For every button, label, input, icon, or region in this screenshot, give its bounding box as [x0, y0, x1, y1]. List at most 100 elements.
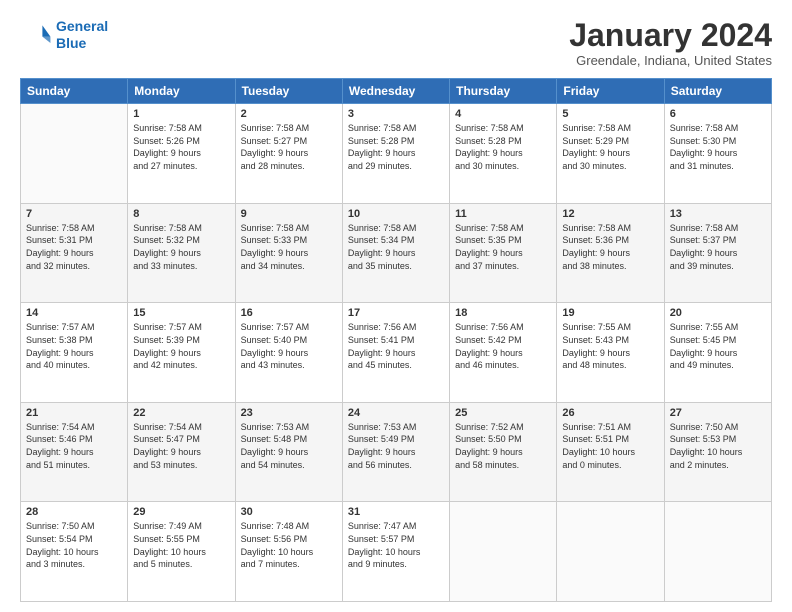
logo-line1: General — [56, 18, 108, 34]
table-row: 28Sunrise: 7:50 AMSunset: 5:54 PMDayligh… — [21, 502, 128, 602]
day-number: 15 — [133, 307, 229, 319]
table-row: 10Sunrise: 7:58 AMSunset: 5:34 PMDayligh… — [342, 203, 449, 303]
day-number: 30 — [241, 506, 337, 518]
table-row: 12 Sunrise: 7:58 AMSunset: 5:36 PMDayligh… — [557, 203, 664, 303]
cell-content: Sunrise: 7:49 AMSunset: 5:55 PMDaylight:… — [133, 520, 229, 570]
day-number: 21 — [26, 407, 122, 419]
day-number: 24 — [348, 407, 444, 419]
day-number: 4 — [455, 108, 551, 120]
cell-content: Sunrise: 7:55 AMSunset: 5:45 PMDaylight:… — [670, 321, 766, 371]
cell-content: Sunrise: 7:58 AMSunset: 5:31 PMDaylight:… — [26, 222, 122, 272]
table-row: 11 Sunrise: 7:58 AMSunset: 5:35 PMDayligh… — [450, 203, 557, 303]
table-row — [557, 502, 664, 602]
day-number: 7 — [26, 208, 122, 220]
cell-content: Sunrise: 7:57 AMSunset: 5:40 PMDaylight:… — [241, 321, 337, 371]
day-number: 12 — [562, 208, 658, 220]
day-number: 26 — [562, 407, 658, 419]
cell-content: Sunrise: 7:58 AMSunset: 5:28 PMDaylight:… — [348, 122, 444, 172]
cell-content: Sunrise: 7:58 AMSunset: 5:28 PMDaylight:… — [455, 122, 551, 172]
cell-content: Sunrise: 7:57 AMSunset: 5:38 PMDaylight:… — [26, 321, 122, 371]
th-saturday: Saturday — [664, 79, 771, 104]
table-row: 18Sunrise: 7:56 AMSunset: 5:42 PMDayligh… — [450, 303, 557, 403]
day-number: 20 — [670, 307, 766, 319]
day-number: 29 — [133, 506, 229, 518]
table-row: 30 Sunrise: 7:48 AMSunset: 5:56 PMDayligh… — [235, 502, 342, 602]
day-number: 13 — [670, 208, 766, 220]
day-number: 11 — [455, 208, 551, 220]
day-number: 16 — [241, 307, 337, 319]
calendar-table: Sunday Monday Tuesday Wednesday Thursday… — [20, 78, 772, 602]
th-thursday: Thursday — [450, 79, 557, 104]
table-row: 4 Sunrise: 7:58 AMSunset: 5:28 PMDaylight… — [450, 104, 557, 204]
day-number: 17 — [348, 307, 444, 319]
cell-content: Sunrise: 7:58 AMSunset: 5:34 PMDaylight:… — [348, 222, 444, 272]
day-number: 28 — [26, 506, 122, 518]
month-title: January 2024 — [569, 18, 772, 53]
table-row: 3 Sunrise: 7:58 AMSunset: 5:28 PMDaylight… — [342, 104, 449, 204]
title-section: January 2024 Greendale, Indiana, United … — [569, 18, 772, 68]
day-number: 1 — [133, 108, 229, 120]
table-row: 25 Sunrise: 7:52 AMSunset: 5:50 PMDayligh… — [450, 402, 557, 502]
table-row: 7 Sunrise: 7:58 AMSunset: 5:31 PMDaylight… — [21, 203, 128, 303]
table-row: 16 Sunrise: 7:57 AMSunset: 5:40 PMDayligh… — [235, 303, 342, 403]
cell-content: Sunrise: 7:58 AMSunset: 5:36 PMDaylight:… — [562, 222, 658, 272]
cell-content: Sunrise: 7:58 AMSunset: 5:29 PMDaylight:… — [562, 122, 658, 172]
day-number: 19 — [562, 307, 658, 319]
table-row: 15Sunrise: 7:57 AMSunset: 5:39 PMDayligh… — [128, 303, 235, 403]
day-number: 2 — [241, 108, 337, 120]
day-number: 8 — [133, 208, 229, 220]
table-row: 24 Sunrise: 7:53 AMSunset: 5:49 PMDayligh… — [342, 402, 449, 502]
logo-line2: Blue — [56, 35, 86, 51]
week-row-1: 7 Sunrise: 7:58 AMSunset: 5:31 PMDaylight… — [21, 203, 772, 303]
table-row: 17Sunrise: 7:56 AMSunset: 5:41 PMDayligh… — [342, 303, 449, 403]
table-row: 6 Sunrise: 7:58 AMSunset: 5:30 PMDaylight… — [664, 104, 771, 204]
th-tuesday: Tuesday — [235, 79, 342, 104]
table-row: 31 Sunrise: 7:47 AMSunset: 5:57 PMDayligh… — [342, 502, 449, 602]
location: Greendale, Indiana, United States — [569, 53, 772, 68]
cell-content: Sunrise: 7:56 AMSunset: 5:42 PMDaylight:… — [455, 321, 551, 371]
day-number: 14 — [26, 307, 122, 319]
th-wednesday: Wednesday — [342, 79, 449, 104]
day-number: 3 — [348, 108, 444, 120]
table-row — [450, 502, 557, 602]
cell-content: Sunrise: 7:58 AMSunset: 5:33 PMDaylight:… — [241, 222, 337, 272]
day-number: 6 — [670, 108, 766, 120]
cell-content: Sunrise: 7:58 AMSunset: 5:30 PMDaylight:… — [670, 122, 766, 172]
th-monday: Monday — [128, 79, 235, 104]
logo-text: General Blue — [56, 18, 108, 52]
cell-content: Sunrise: 7:52 AMSunset: 5:50 PMDaylight:… — [455, 421, 551, 471]
table-row: 2Sunrise: 7:58 AMSunset: 5:27 PMDaylight… — [235, 104, 342, 204]
cell-content: Sunrise: 7:51 AMSunset: 5:51 PMDaylight:… — [562, 421, 658, 471]
week-row-0: 1Sunrise: 7:58 AMSunset: 5:26 PMDaylight… — [21, 104, 772, 204]
day-number: 23 — [241, 407, 337, 419]
table-row: 26 Sunrise: 7:51 AMSunset: 5:51 PMDayligh… — [557, 402, 664, 502]
th-sunday: Sunday — [21, 79, 128, 104]
cell-content: Sunrise: 7:50 AMSunset: 5:53 PMDaylight:… — [670, 421, 766, 471]
day-number: 25 — [455, 407, 551, 419]
table-row: 27Sunrise: 7:50 AMSunset: 5:53 PMDayligh… — [664, 402, 771, 502]
week-row-4: 28Sunrise: 7:50 AMSunset: 5:54 PMDayligh… — [21, 502, 772, 602]
logo-icon — [20, 19, 52, 51]
table-row: 13Sunrise: 7:58 AMSunset: 5:37 PMDayligh… — [664, 203, 771, 303]
table-row: 22 Sunrise: 7:54 AMSunset: 5:47 PMDayligh… — [128, 402, 235, 502]
table-row: 5Sunrise: 7:58 AMSunset: 5:29 PMDaylight… — [557, 104, 664, 204]
table-row: 19Sunrise: 7:55 AMSunset: 5:43 PMDayligh… — [557, 303, 664, 403]
header-row: Sunday Monday Tuesday Wednesday Thursday… — [21, 79, 772, 104]
table-row — [21, 104, 128, 204]
table-row: 23Sunrise: 7:53 AMSunset: 5:48 PMDayligh… — [235, 402, 342, 502]
day-number: 9 — [241, 208, 337, 220]
logo: General Blue — [20, 18, 108, 52]
week-row-2: 14 Sunrise: 7:57 AMSunset: 5:38 PMDayligh… — [21, 303, 772, 403]
page: General Blue January 2024 Greendale, Ind… — [0, 0, 792, 612]
cell-content: Sunrise: 7:47 AMSunset: 5:57 PMDaylight:… — [348, 520, 444, 570]
cell-content: Sunrise: 7:58 AMSunset: 5:35 PMDaylight:… — [455, 222, 551, 272]
day-number: 22 — [133, 407, 229, 419]
cell-content: Sunrise: 7:48 AMSunset: 5:56 PMDaylight:… — [241, 520, 337, 570]
day-number: 31 — [348, 506, 444, 518]
table-row: 9 Sunrise: 7:58 AMSunset: 5:33 PMDaylight… — [235, 203, 342, 303]
cell-content: Sunrise: 7:54 AMSunset: 5:47 PMDaylight:… — [133, 421, 229, 471]
cell-content: Sunrise: 7:58 AMSunset: 5:32 PMDaylight:… — [133, 222, 229, 272]
th-friday: Friday — [557, 79, 664, 104]
cell-content: Sunrise: 7:53 AMSunset: 5:49 PMDaylight:… — [348, 421, 444, 471]
table-row: 21Sunrise: 7:54 AMSunset: 5:46 PMDayligh… — [21, 402, 128, 502]
